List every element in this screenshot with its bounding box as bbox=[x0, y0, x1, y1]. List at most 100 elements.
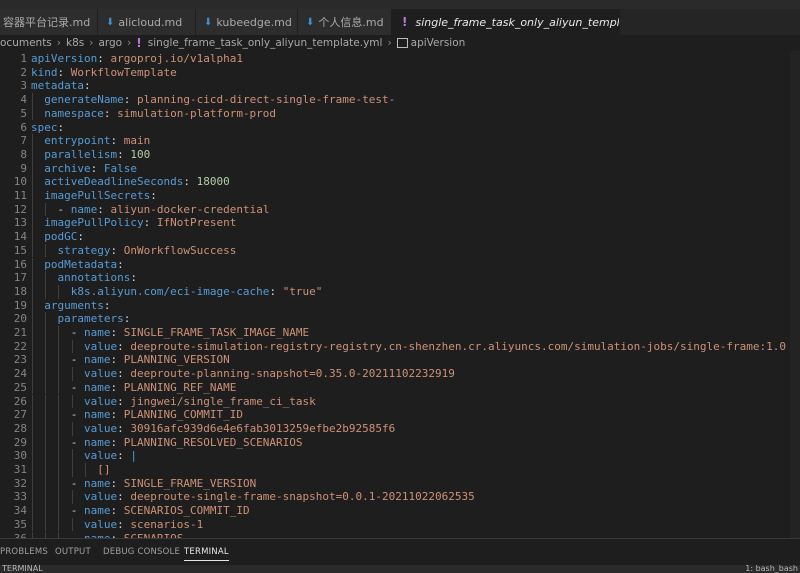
line-number: 26 bbox=[13, 394, 27, 408]
panel-tab-problems[interactable]: PROBLEMS bbox=[0, 547, 48, 557]
indent-guide bbox=[71, 367, 73, 381]
code-line[interactable]: 27 - name: PLANNING_COMMIT_ID bbox=[0, 408, 800, 422]
indent-guide bbox=[58, 326, 60, 340]
yaml-icon: ! bbox=[136, 36, 142, 50]
panel-tab-terminal[interactable]: TERMINAL bbox=[184, 547, 229, 561]
code-line[interactable]: 34 - name: SCENARIOS_COMMIT_ID bbox=[0, 504, 800, 518]
code-line[interactable]: 18 k8s.aliyun.com/eci-image-cache: "true… bbox=[0, 285, 800, 299]
indent-guide bbox=[58, 435, 60, 450]
code-line[interactable]: 8 parallelism: 100 bbox=[0, 148, 800, 162]
tab-yaml-template[interactable]: ! single_frame_task_only_aliyun_template… bbox=[392, 9, 620, 35]
indent-guide bbox=[84, 463, 86, 477]
chevron-right-icon: › bbox=[56, 37, 61, 49]
code-line[interactable]: 28 value: 30916afc939d6e4e6fab3013259efb… bbox=[0, 422, 800, 436]
indent-guide bbox=[32, 161, 33, 176]
line-number: 19 bbox=[13, 298, 27, 312]
code-line[interactable]: 31 [] bbox=[0, 463, 800, 477]
code-line[interactable]: 21 - name: SINGLE_FRAME_TASK_IMAGE_NAME bbox=[0, 326, 800, 340]
indent-guide bbox=[32, 93, 33, 107]
panel-tab-debug-console[interactable]: DEBUG CONSOLE bbox=[103, 547, 180, 557]
line-number: 20 bbox=[13, 312, 27, 326]
breadcrumb-item-k8s[interactable]: k8s bbox=[66, 37, 84, 49]
breadcrumb-item-documents[interactable]: ocuments bbox=[0, 37, 52, 49]
indent-guide bbox=[45, 339, 47, 354]
indent-guide bbox=[32, 353, 33, 368]
code-text: podGC: bbox=[44, 230, 84, 244]
code-line[interactable]: 17 annotations: bbox=[0, 271, 800, 285]
panel-tab-output[interactable]: OUTPUT bbox=[55, 547, 91, 557]
line-number: 5 bbox=[20, 106, 27, 120]
line-number: 32 bbox=[13, 476, 27, 490]
editor-scrollbar[interactable] bbox=[790, 51, 800, 538]
breadcrumb-item-file[interactable]: single_frame_task_only_aliyun_template.y… bbox=[148, 37, 383, 49]
code-line[interactable]: 24 value: deeproute-planning-snapshot=0.… bbox=[0, 367, 800, 381]
code-line[interactable]: 3 metadata: bbox=[0, 79, 800, 93]
code-line[interactable]: 12 - name: aliyun-docker-credential bbox=[0, 203, 800, 217]
code-line[interactable]: 20 parameters: bbox=[0, 312, 800, 326]
code-text: strategy: OnWorkflowSuccess bbox=[57, 243, 237, 257]
indent-guide bbox=[58, 421, 60, 436]
indent-guide bbox=[71, 449, 73, 463]
code-line[interactable]: 25 - name: PLANNING_REF_NAME bbox=[0, 381, 800, 395]
indent-guide bbox=[58, 517, 60, 532]
tab-personal-info[interactable]: ⬇ 个人信息.md bbox=[298, 9, 392, 35]
code-line[interactable]: 35 value: scenarios-1 bbox=[0, 518, 800, 532]
line-number: 12 bbox=[13, 202, 27, 216]
indent-guide bbox=[32, 367, 33, 381]
tab-platform-record[interactable]: 容器平台记录.md bbox=[0, 9, 98, 35]
line-number: 31 bbox=[13, 463, 27, 476]
code-line[interactable]: 7 entrypoint: main bbox=[0, 134, 800, 148]
line-number: 27 bbox=[13, 408, 27, 422]
tab-alicloud[interactable]: ⬇ alicloud.md bbox=[98, 9, 196, 35]
code-line[interactable]: 5 namespace: simulation-platform-prod bbox=[0, 107, 800, 121]
code-line[interactable]: 23 - name: PLANNING_VERSION bbox=[0, 353, 800, 367]
indent-guide bbox=[58, 449, 60, 463]
indent-guide bbox=[45, 435, 47, 450]
code-text: value: | bbox=[83, 449, 137, 463]
code-line[interactable]: 13 imagePullPolicy: IfNotPresent bbox=[0, 216, 800, 230]
code-line[interactable]: 32 - name: SINGLE_FRAME_VERSION bbox=[0, 477, 800, 491]
code-line[interactable]: 1 apiVersion: argoproj.io/v1alpha1 bbox=[0, 52, 800, 66]
indent-guide bbox=[32, 230, 33, 244]
indent-guide bbox=[45, 394, 47, 409]
tab-kubeedge[interactable]: ⬇ kubeedge.md bbox=[196, 9, 298, 35]
code-text: activeDeadlineSeconds: 18000 bbox=[44, 175, 230, 189]
code-line[interactable]: 4 generateName: planning-cicd-direct-sin… bbox=[0, 93, 800, 107]
code-line[interactable]: 15 strategy: OnWorkflowSuccess bbox=[0, 244, 800, 258]
code-text: spec: bbox=[31, 120, 65, 134]
code-line[interactable]: 14 podGC: bbox=[0, 230, 800, 244]
code-line[interactable]: 10 activeDeadlineSeconds: 18000 bbox=[0, 175, 800, 189]
markdown-icon: ⬇ bbox=[106, 16, 115, 28]
indent-guide bbox=[45, 449, 47, 463]
code-line[interactable]: 11 imagePullSecrets: bbox=[0, 189, 800, 203]
line-number: 18 bbox=[13, 284, 27, 298]
tab-label: alicloud.md bbox=[118, 15, 183, 29]
breadcrumb: ocuments › k8s › argo › ! single_frame_t… bbox=[0, 35, 800, 51]
code-line[interactable]: 2 kind: WorkflowTemplate bbox=[0, 66, 800, 80]
code-text: value: deeproute-simulation-registry-reg… bbox=[83, 339, 786, 353]
breadcrumb-item-argo[interactable]: argo bbox=[98, 37, 122, 49]
code-line[interactable]: 6 spec: bbox=[0, 121, 800, 135]
code-line[interactable]: 26 value: jingwei/single_frame_ci_task bbox=[0, 395, 800, 409]
code-text: - name: PLANNING_REF_NAME bbox=[70, 380, 237, 394]
code-line[interactable]: 22 value: deeproute-simulation-registry-… bbox=[0, 340, 800, 354]
indent-guide bbox=[32, 504, 33, 518]
line-number: 3 bbox=[20, 79, 27, 93]
line-number: 6 bbox=[20, 120, 27, 134]
line-number: 8 bbox=[20, 147, 27, 161]
indent-guide bbox=[45, 326, 47, 340]
indent-guide bbox=[45, 202, 47, 217]
code-line[interactable]: 29 - name: PLANNING_RESOLVED_SCENARIOS bbox=[0, 436, 800, 450]
line-number: 11 bbox=[13, 189, 27, 202]
breadcrumb-item-symbol[interactable]: apiVersion bbox=[411, 37, 466, 49]
code-line[interactable]: 9 archive: False bbox=[0, 162, 800, 176]
line-number: 15 bbox=[13, 243, 27, 257]
indent-guide bbox=[32, 189, 33, 203]
code-line[interactable]: 19 arguments: bbox=[0, 299, 800, 313]
code-line[interactable]: 30 value: | bbox=[0, 449, 800, 463]
code-editor[interactable]: 1 apiVersion: argoproj.io/v1alpha1 2 kind: … bbox=[0, 51, 800, 538]
indent-guide bbox=[32, 463, 33, 477]
code-line[interactable]: 16 podMetadata: bbox=[0, 258, 800, 272]
code-line[interactable]: 33 value: deeproute-single-frame-snapsho… bbox=[0, 490, 800, 504]
code-text: - name: SINGLE_FRAME_TASK_IMAGE_NAME bbox=[70, 326, 310, 339]
